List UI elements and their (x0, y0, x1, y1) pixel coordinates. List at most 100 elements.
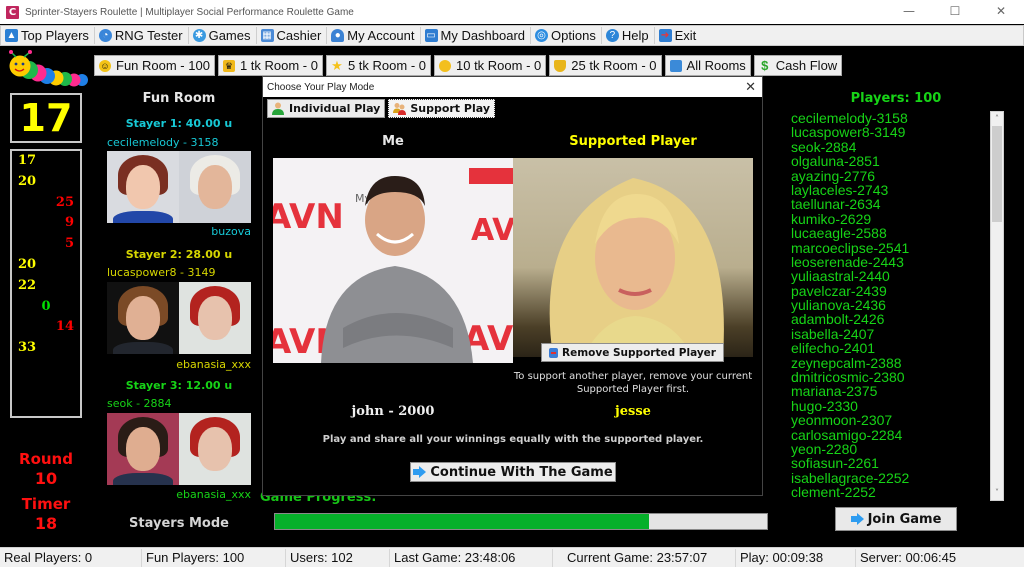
room-all[interactable]: All Rooms (664, 55, 751, 76)
player-list-item[interactable]: adambolt-2426 (789, 312, 989, 327)
room-fun[interactable]: ☺ Fun Room - 100 (94, 55, 215, 76)
stayer-user: cecilemelody - 3158 (107, 136, 219, 149)
player-list-item[interactable]: sofiasun-2261 (789, 456, 989, 471)
player-list-item[interactable]: taellunar-2634 (789, 197, 989, 212)
menu-exit[interactable]: ➔ Exit (655, 27, 702, 44)
app-icon: C (6, 5, 19, 19)
player-list-item[interactable]: seok-2884 (789, 139, 989, 154)
player-list-item[interactable]: isabella-2407 (789, 326, 989, 341)
number-history: 17 20 25 9 5 20 22 0 14 33 (10, 149, 82, 418)
menu-rng-tester[interactable]: ◔ RNG Tester (95, 27, 189, 44)
room-label: 5 tk Room - 0 (347, 58, 426, 73)
player-list-item[interactable]: carlosamigo-2284 (789, 427, 989, 442)
arrow-right-icon (413, 466, 427, 478)
stayer-photos (107, 151, 251, 223)
continue-game-button[interactable]: Continue With The Game (410, 462, 616, 482)
player-list-item[interactable]: laylaceles-2743 (789, 183, 989, 198)
scroll-thumb[interactable] (992, 126, 1002, 222)
room-title: Fun Room (142, 91, 216, 106)
remove-supported-player-button[interactable]: Remove Supported Player (541, 343, 724, 362)
player-list-item[interactable]: yuliaastral-2440 (789, 269, 989, 284)
supported-avatar[interactable] (179, 413, 251, 485)
svg-text:AVN: AVN (273, 197, 344, 237)
room-5tk[interactable]: ★ 5 tk Room - 0 (325, 55, 431, 76)
player-list-item[interactable]: yeonmoon-2307 (789, 413, 989, 428)
sun-icon (439, 59, 451, 72)
maximize-button[interactable]: ☐ (932, 0, 978, 24)
history-item: 22 (18, 277, 37, 293)
player-list-item[interactable]: olgaluna-2851 (789, 154, 989, 169)
mode-tabs: Individual Play Support Play (267, 99, 495, 118)
stayer-avatar[interactable] (107, 282, 179, 354)
menu-cashier[interactable]: ▦ Cashier (257, 27, 328, 44)
stayer-supported: ebanasia_xxx (176, 358, 251, 371)
menu-my-dashboard[interactable]: ▭ My Dashboard (421, 27, 532, 44)
tab-individual-play[interactable]: Individual Play (267, 99, 386, 118)
players-list[interactable]: cecilemelody-3158 lucaspower8-3149 seok-28… (789, 111, 989, 501)
status-real-players: Real Players: 0 (0, 548, 142, 567)
stayer-avatar[interactable] (107, 151, 179, 223)
join-game-button[interactable]: Join Game (835, 507, 957, 531)
arrow-right-icon (850, 513, 864, 525)
room-label: 25 tk Room - 0 (571, 58, 657, 73)
options-icon: ◎ (535, 29, 549, 42)
player-list-item[interactable]: leoserenade-2443 (789, 255, 989, 270)
players-scrollbar[interactable]: ˄ ˅ (990, 111, 1004, 501)
player-list-item[interactable]: zeynepcalm-2388 (789, 355, 989, 370)
menu-options[interactable]: ◎ Options (531, 27, 602, 44)
player-list-item[interactable]: ayazing-2776 (789, 168, 989, 183)
menu-top-players[interactable]: ▲ Top Players (1, 27, 95, 44)
player-list-item[interactable]: elifecho-2401 (789, 341, 989, 356)
tab-label: Individual Play (289, 102, 381, 115)
menu-help[interactable]: ? Help (602, 27, 655, 44)
scroll-down-icon[interactable]: ˅ (991, 486, 1003, 500)
player-list-item[interactable]: yeon-2280 (789, 442, 989, 457)
players-count: Players: 100 (850, 91, 942, 106)
minimize-button[interactable]: — (886, 0, 932, 24)
me-header: Me (382, 134, 404, 149)
player-list-item[interactable]: lucaeagle-2588 (789, 226, 989, 241)
menu-label: Exit (674, 28, 697, 43)
supported-avatar[interactable] (179, 282, 251, 354)
menu-label: Options (551, 28, 596, 43)
menu-my-account[interactable]: ● My Account (327, 27, 421, 44)
my-photo: AVN AVN AVN AVN MyFree (273, 158, 513, 363)
player-list-item[interactable]: isabellagrace-2252 (789, 470, 989, 485)
users-support-icon (393, 102, 407, 115)
player-list-item[interactable]: kumiko-2629 (789, 211, 989, 226)
player-list-item[interactable]: dmitricosmic-2380 (789, 370, 989, 385)
history-item: 20 (18, 173, 37, 189)
close-button[interactable]: ✕ (978, 0, 1024, 24)
cash-flow-button[interactable]: $ Cash Flow (753, 55, 843, 76)
player-list-item[interactable]: hugo-2330 (789, 398, 989, 413)
player-list-item[interactable]: cecilemelody-3158 (789, 111, 989, 125)
window-title: Sprinter-Stayers Roulette | Multiplayer … (25, 6, 354, 18)
tab-support-play[interactable]: Support Play (388, 99, 495, 118)
dialog-close-icon[interactable]: ✕ (745, 80, 756, 95)
supported-avatar[interactable] (179, 151, 251, 223)
podium-icon: ▲ (5, 29, 18, 42)
player-list-item[interactable]: pavelczar-2439 (789, 283, 989, 298)
player-list-item[interactable]: mariana-2375 (789, 384, 989, 399)
room-1tk[interactable]: ♛ 1 tk Room - 0 (217, 55, 323, 76)
status-server-time: Server: 00:06:45 (860, 549, 957, 565)
player-list-item[interactable]: lucaspower8-3149 (789, 125, 989, 140)
menu-label: RNG Tester (114, 28, 183, 43)
player-list-item[interactable]: clement-2252 (789, 485, 989, 500)
menu-games[interactable]: ✱ Games (189, 27, 257, 44)
history-item: 0 (41, 298, 51, 314)
game-progress-bar (274, 513, 768, 530)
remove-icon (549, 347, 559, 358)
dollar-icon: $ (761, 57, 769, 73)
room-label: Fun Room - 100 (116, 58, 210, 73)
stayer-supported: buzova (211, 225, 251, 238)
scroll-up-icon[interactable]: ˄ (991, 112, 1003, 126)
support-note: To support another player, remove your c… (513, 371, 753, 395)
dialog-title-bar: Choose Your Play Mode ✕ (263, 77, 762, 97)
stayer-avatar[interactable] (107, 413, 179, 485)
player-list-item[interactable]: marcoeclipse-2541 (789, 240, 989, 255)
game-mode-label: Stayers Mode (129, 516, 229, 531)
room-25tk[interactable]: 25 tk Room - 0 (549, 55, 662, 76)
player-list-item[interactable]: yulianova-2436 (789, 298, 989, 313)
room-10tk[interactable]: 10 tk Room - 0 (434, 55, 547, 76)
